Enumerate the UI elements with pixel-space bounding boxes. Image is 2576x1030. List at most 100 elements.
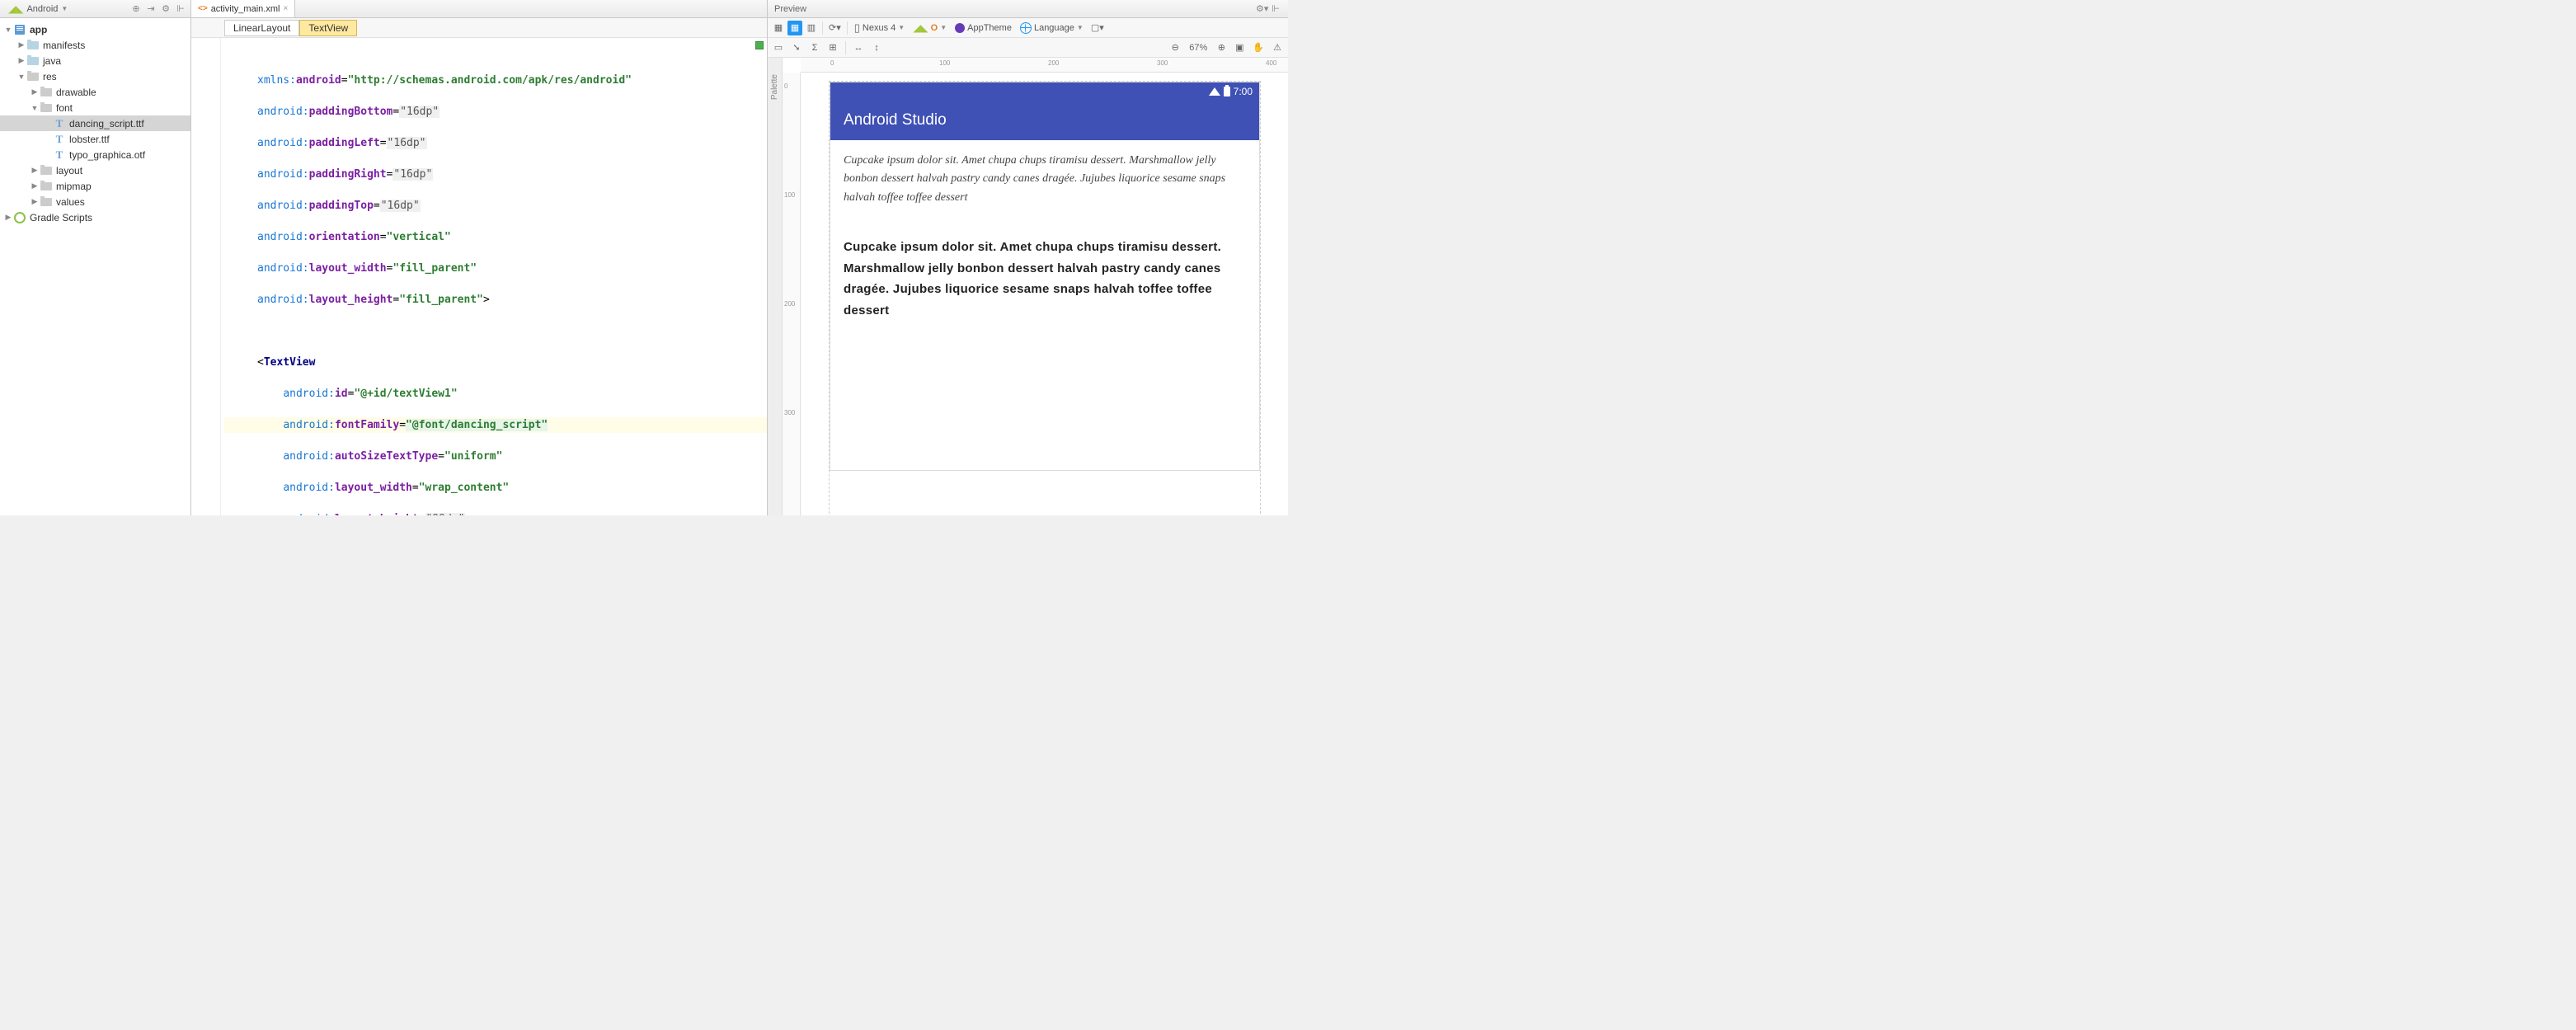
both-surface-icon[interactable]: ▥: [804, 21, 819, 35]
project-toolbar: ◢◣ Android ▼ ⊕ ⇥ ⚙ ⊩: [0, 0, 190, 18]
expand-arrow-icon[interactable]: [16, 73, 26, 81]
expand-arrow-icon[interactable]: [16, 40, 26, 49]
preview-body: Palette 0 100 200 300 400 0 100 200 300: [768, 58, 1288, 515]
horizontal-ruler: 0 100 200 300 400: [801, 58, 1288, 73]
preview-view-toolbar: ▭ ➘ Σ ⊞ ↔ ↕ ⊖ 67% ⊕ ▣ ✋ ⚠: [768, 38, 1288, 58]
textview2-preview[interactable]: Cupcake ipsum dolor sit. Amet chupa chup…: [844, 237, 1246, 321]
expand-arrow-icon[interactable]: [30, 104, 40, 112]
expand-arrow-icon[interactable]: [3, 213, 13, 222]
device-selector[interactable]: Nexus 4 ▼: [851, 21, 908, 35]
wifi-icon: [1209, 87, 1220, 96]
gear-icon[interactable]: ⚙▾: [1254, 3, 1270, 14]
gear-icon[interactable]: ⚙: [159, 2, 172, 16]
design-canvas[interactable]: 7:00 Android Studio Cupcake ipsum dolor …: [801, 73, 1288, 515]
tree-node-font[interactable]: font: [0, 100, 190, 115]
zoom-in-icon[interactable]: ⊕: [1214, 40, 1229, 55]
expand-v-icon[interactable]: ↕: [869, 40, 884, 55]
editor-tabs: <> activity_main.xml ×: [191, 0, 767, 18]
battery-icon: [1224, 87, 1230, 96]
tree-node-font-file[interactable]: T dancing_script.ttf: [0, 115, 190, 131]
breadcrumb-item[interactable]: TextView: [299, 20, 357, 36]
expand-arrow-icon[interactable]: [30, 166, 40, 175]
expand-arrow-icon[interactable]: [16, 56, 26, 65]
tree-node-app[interactable]: app: [0, 21, 190, 37]
zoom-out-icon[interactable]: ⊖: [1168, 40, 1182, 55]
folder-icon: [40, 180, 53, 193]
hide-icon[interactable]: ⊩: [1270, 3, 1281, 14]
tree-node-manifests[interactable]: manifests: [0, 37, 190, 53]
zoom-fit-icon[interactable]: ▣: [1232, 40, 1247, 55]
tree-node-layout[interactable]: layout: [0, 162, 190, 178]
phone-icon: [854, 21, 860, 35]
blueprint-surface-icon[interactable]: ▦: [787, 21, 802, 35]
hide-icon[interactable]: ⊩: [174, 2, 187, 16]
preview-header: Preview ⚙▾ ⊩: [768, 0, 1288, 18]
tree-node-gradle[interactable]: Gradle Scripts: [0, 209, 190, 225]
editor-tab[interactable]: <> activity_main.xml ×: [191, 0, 295, 17]
folder-icon: [40, 164, 53, 177]
warnings-icon[interactable]: ⚠: [1270, 40, 1285, 55]
android-icon: ◢◣: [8, 3, 23, 15]
tree-node-drawable[interactable]: drawable: [0, 84, 190, 100]
app-bar: Android Studio: [830, 101, 1259, 140]
preview-config-toolbar: ▦ ▦ ▥ ⟳▾ Nexus 4 ▼ ◢◣ O ▼ AppTheme L: [768, 18, 1288, 38]
design-canvas-wrap: 0 100 200 300 400 0 100 200 300: [783, 58, 1288, 515]
language-selector[interactable]: Language ▼: [1017, 22, 1087, 34]
textview1-preview[interactable]: Cupcake ipsum dolor sit. Amet chupa chup…: [844, 152, 1246, 207]
tree-node-mipmap[interactable]: mipmap: [0, 178, 190, 194]
variant-icon[interactable]: ▢▾: [1088, 21, 1107, 35]
tree-node-font-file[interactable]: T typo_graphica.otf: [0, 147, 190, 162]
device-preview[interactable]: 7:00 Android Studio Cupcake ipsum dolor …: [830, 82, 1259, 470]
dropdown-arrow-icon: ▼: [61, 5, 68, 12]
font-file-icon: T: [53, 133, 66, 146]
pan-icon[interactable]: ✋: [1250, 40, 1267, 55]
design-surface-icon[interactable]: ▦: [771, 21, 786, 35]
tree-node-java[interactable]: java: [0, 53, 190, 68]
status-time: 7:00: [1234, 86, 1253, 97]
project-tool-window: ◢◣ Android ▼ ⊕ ⇥ ⚙ ⊩ app manifests: [0, 0, 191, 515]
editor-panel: <> activity_main.xml × LinearLayout Text…: [191, 0, 767, 515]
preview-title: Preview: [774, 4, 806, 14]
vertical-ruler: 0 100 200 300: [783, 73, 801, 515]
expand-h-icon[interactable]: ↔: [851, 40, 866, 55]
ide-window: ◢◣ Android ▼ ⊕ ⇥ ⚙ ⊩ app manifests: [0, 0, 1288, 515]
expand-arrow-icon[interactable]: [3, 26, 13, 34]
folder-icon: [40, 86, 53, 99]
palette-tab[interactable]: Palette: [768, 58, 783, 515]
theme-selector[interactable]: AppTheme: [952, 23, 1015, 33]
gradle-icon: [13, 211, 26, 224]
globe-icon: [1020, 22, 1032, 34]
app-title: Android Studio: [844, 111, 947, 129]
tree-node-font-file[interactable]: T lobster.ttf: [0, 131, 190, 147]
orientation-icon[interactable]: ⟳▾: [826, 21, 844, 35]
breadcrumb-item[interactable]: LinearLayout: [224, 20, 299, 36]
palette-label: Palette: [770, 74, 779, 100]
status-bar: 7:00: [830, 82, 1259, 101]
project-view-selector[interactable]: ◢◣ Android ▼: [3, 2, 73, 16]
folder-icon: [26, 70, 40, 83]
sigma-icon[interactable]: Σ: [807, 40, 822, 55]
editor-gutter[interactable]: [191, 38, 221, 515]
target-icon[interactable]: ⊕: [129, 2, 143, 16]
api-selector[interactable]: ◢◣ O ▼: [910, 22, 950, 34]
expand-arrow-icon[interactable]: [30, 181, 40, 190]
tree-node-res[interactable]: res: [0, 68, 190, 84]
arrow-icon[interactable]: ➘: [789, 40, 804, 55]
module-icon: [13, 23, 26, 36]
folder-icon: [26, 39, 40, 52]
plot-icon[interactable]: ⊞: [825, 40, 840, 55]
code-editor[interactable]: xmlns:android="http://schemas.android.co…: [221, 38, 767, 515]
close-tab-icon[interactable]: ×: [283, 4, 288, 13]
collapse-icon[interactable]: ⇥: [144, 2, 157, 16]
folder-icon: [26, 54, 40, 68]
device-content: Cupcake ipsum dolor sit. Amet chupa chup…: [830, 140, 1259, 470]
expand-arrow-icon[interactable]: [30, 87, 40, 96]
error-stripe-indicator[interactable]: [755, 41, 764, 49]
project-view-label: Android: [26, 4, 58, 14]
tree-node-values[interactable]: values: [0, 194, 190, 209]
expand-arrow-icon[interactable]: [30, 197, 40, 206]
font-file-icon: T: [53, 148, 66, 162]
folder-icon: [40, 195, 53, 209]
zoom-level[interactable]: 67%: [1189, 43, 1207, 53]
select-icon[interactable]: ▭: [771, 40, 786, 55]
